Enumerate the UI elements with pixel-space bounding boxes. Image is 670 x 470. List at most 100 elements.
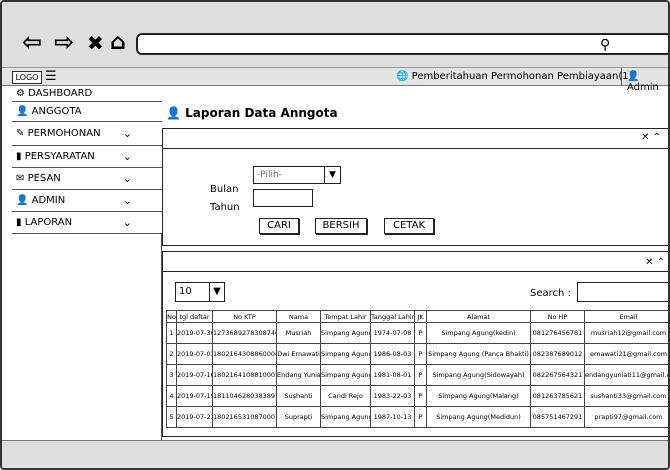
table-cell: 2019-07-16 xyxy=(176,364,213,386)
column-header[interactable]: Email xyxy=(584,310,668,323)
bersih-button[interactable]: BERSIH xyxy=(315,218,367,234)
table-cell: Musriah xyxy=(276,322,321,344)
notification-link[interactable]: 🌐 Pemberitahuan Permohonan Pembiayaan(1) xyxy=(396,71,633,82)
table-cell: Simpang Agung xyxy=(320,364,371,386)
table-header-row: No tgl daftar No KTP Nama Tempat Lahir T… xyxy=(166,310,668,323)
filter-panel: ✕ ⌃ Bulan -Pilih- ▼ Tahun CARI BERSIH CE… xyxy=(162,128,668,246)
table-cell: ernawati21@gmail.com xyxy=(584,343,668,365)
table-cell: Sushanti xyxy=(276,385,321,407)
table-cell: Simpang Agung xyxy=(320,343,371,365)
sidebar-item-admin[interactable]: 👤 ADMIN ⌄ xyxy=(12,190,162,212)
table-cell: P xyxy=(414,385,427,407)
search-input[interactable] xyxy=(577,282,668,302)
table-cell: 1273689278308746 xyxy=(212,322,277,344)
table-panel-header: ✕ ⌃ xyxy=(163,252,668,272)
close-icon[interactable]: ✖ xyxy=(87,33,104,53)
table-cell: 1987-10-13 xyxy=(370,406,415,428)
table-cell: Simpang Agung (Panca Bhakti) xyxy=(426,343,531,365)
panel-controls[interactable]: ✕ ⌃ xyxy=(641,132,661,143)
search-icon[interactable]: ⚲ xyxy=(600,37,668,53)
table-cell: 5 xyxy=(166,406,177,428)
sidebar-item-permohonan[interactable]: ✎ PERMOHONAN ⌄ xyxy=(12,122,162,146)
tahun-input[interactable] xyxy=(253,189,313,207)
column-header[interactable]: Tempat Lahir xyxy=(320,310,371,323)
table-cell: 3 xyxy=(166,364,177,386)
column-header[interactable]: Tanggal Lahir xyxy=(370,310,415,323)
back-icon[interactable]: ⇦ xyxy=(22,30,42,54)
cetak-button[interactable]: CETAK xyxy=(384,218,434,234)
column-header[interactable]: tgl daftar xyxy=(176,310,213,323)
table-cell: 2 xyxy=(166,343,177,365)
chevron-down-icon[interactable]: ⌄ xyxy=(123,150,132,163)
table-cell: 1981-08-01 xyxy=(370,364,415,386)
app-header: LOGO ☰ 🌐 Pemberitahuan Permohonan Pembia… xyxy=(2,68,668,93)
table-cell: Simpang Agung xyxy=(320,406,371,428)
page-size-value: 10 xyxy=(179,286,192,297)
sidebar-item-persyaratan[interactable]: ▮ PERSYARATAN ⌄ xyxy=(12,146,162,168)
table-cell: 082387689012 xyxy=(530,343,585,365)
table-cell: prapti97@gmail.com xyxy=(584,406,668,428)
table-row: 2 2019-07-03 1802164308860004 Dwi Ernawati S… xyxy=(166,343,668,365)
column-header[interactable]: No xyxy=(166,310,177,323)
table-cell: musriah12@gmail.com xyxy=(584,322,668,344)
sidebar-item-label: ADMIN xyxy=(31,195,66,206)
sidebar-item-label: PERMOHONAN xyxy=(27,128,101,139)
table-cell: 1802164108810001 xyxy=(212,364,277,386)
header-divider xyxy=(621,68,622,86)
table-cell: 085751467291 xyxy=(530,406,585,428)
bulan-select[interactable]: -Pilih- ▼ xyxy=(253,166,341,184)
panel-controls[interactable]: ✕ ⌃ xyxy=(645,257,665,268)
table-cell: Dwi Ernawati xyxy=(276,343,321,365)
sidebar-item-pesan[interactable]: ✉ PESAN ⌄ xyxy=(12,168,162,190)
table-cell: Simpang Agung(kedin) xyxy=(426,322,531,344)
table-cell: 1986-08-03 xyxy=(370,343,415,365)
chevron-down-icon[interactable]: ⌄ xyxy=(123,216,132,229)
chevron-down-icon[interactable]: ⌄ xyxy=(123,172,132,185)
table-cell: Simpang Agung(Malang) xyxy=(426,385,531,407)
app-window: ⇦ ⇨ ✖ ⌂ ⚲ LOGO ☰ 🌐 Pemberitahuan Permoho… xyxy=(0,0,670,470)
home-icon[interactable]: ⌂ xyxy=(110,32,126,54)
column-header[interactable]: JK xyxy=(414,310,427,323)
table-panel: ✕ ⌃ 10 ▼ Search : No tgl daftar No KTP N… xyxy=(162,251,668,437)
table-row: 3 2019-07-16 1802164108810001 Endang Yuniat… xyxy=(166,364,668,386)
envelope-icon: ✉ xyxy=(16,173,25,184)
caret-down-icon[interactable]: ▼ xyxy=(209,283,224,301)
caret-down-icon[interactable]: ▼ xyxy=(324,167,340,183)
chevron-down-icon[interactable]: ⌄ xyxy=(123,194,132,207)
table-cell: P xyxy=(414,343,427,365)
url-bar[interactable]: ⚲ xyxy=(136,33,668,55)
main-content: 👤 Laporan Data Anngota ✕ ⌃ Bulan -Pilih-… xyxy=(162,86,668,440)
forward-icon[interactable]: ⇨ xyxy=(54,30,74,54)
table-cell: 2019-07-21 xyxy=(176,406,213,428)
search-label: Search : xyxy=(530,288,571,299)
column-header[interactable]: No HP xyxy=(530,310,585,323)
chevron-down-icon[interactable]: ⌄ xyxy=(123,127,132,140)
column-header[interactable]: No KTP xyxy=(212,310,277,323)
table-cell: 2019-07-19 xyxy=(176,385,213,407)
table-cell: 1974-07-08 xyxy=(370,322,415,344)
sidebar-item-anggota[interactable]: 👤 ANGGOTA xyxy=(12,102,162,122)
sidebar-item-laporan[interactable]: ▮ LAPORAN ⌄ xyxy=(12,212,162,234)
menu-icon[interactable]: ☰ xyxy=(45,70,59,84)
logo: LOGO xyxy=(12,71,42,84)
sidebar-item-dashboard[interactable]: ⚙ DASHBOARD xyxy=(12,86,162,102)
table-cell: Simpang Agung(Sidowayah) xyxy=(426,364,531,386)
dashboard-icon: ⚙ xyxy=(16,88,25,99)
cari-button[interactable]: CARI xyxy=(259,218,299,234)
page-size-select[interactable]: 10 ▼ xyxy=(175,282,225,302)
table-cell: 2019-07-03 xyxy=(176,343,213,365)
table-cell: 1811046280383897 xyxy=(212,385,277,407)
table-cell: 081263785621 xyxy=(530,385,585,407)
table-cell: P xyxy=(414,406,427,428)
sidebar-item-label: ANGGOTA xyxy=(31,106,82,117)
sidebar-item-label: PERSYARATAN xyxy=(24,151,95,162)
table-cell: 1983-22-03 xyxy=(370,385,415,407)
document-icon: ▮ xyxy=(16,217,22,228)
column-header[interactable]: Nama xyxy=(276,310,321,323)
column-header[interactable]: Alamat xyxy=(426,310,531,323)
status-bar xyxy=(2,440,668,468)
table-cell: 1802164308860004 xyxy=(212,343,277,365)
table-cell: 1 xyxy=(166,322,177,344)
table-cell: Simpang Agung xyxy=(320,322,371,344)
page-title-text: Laporan Data Anngota xyxy=(185,106,338,120)
